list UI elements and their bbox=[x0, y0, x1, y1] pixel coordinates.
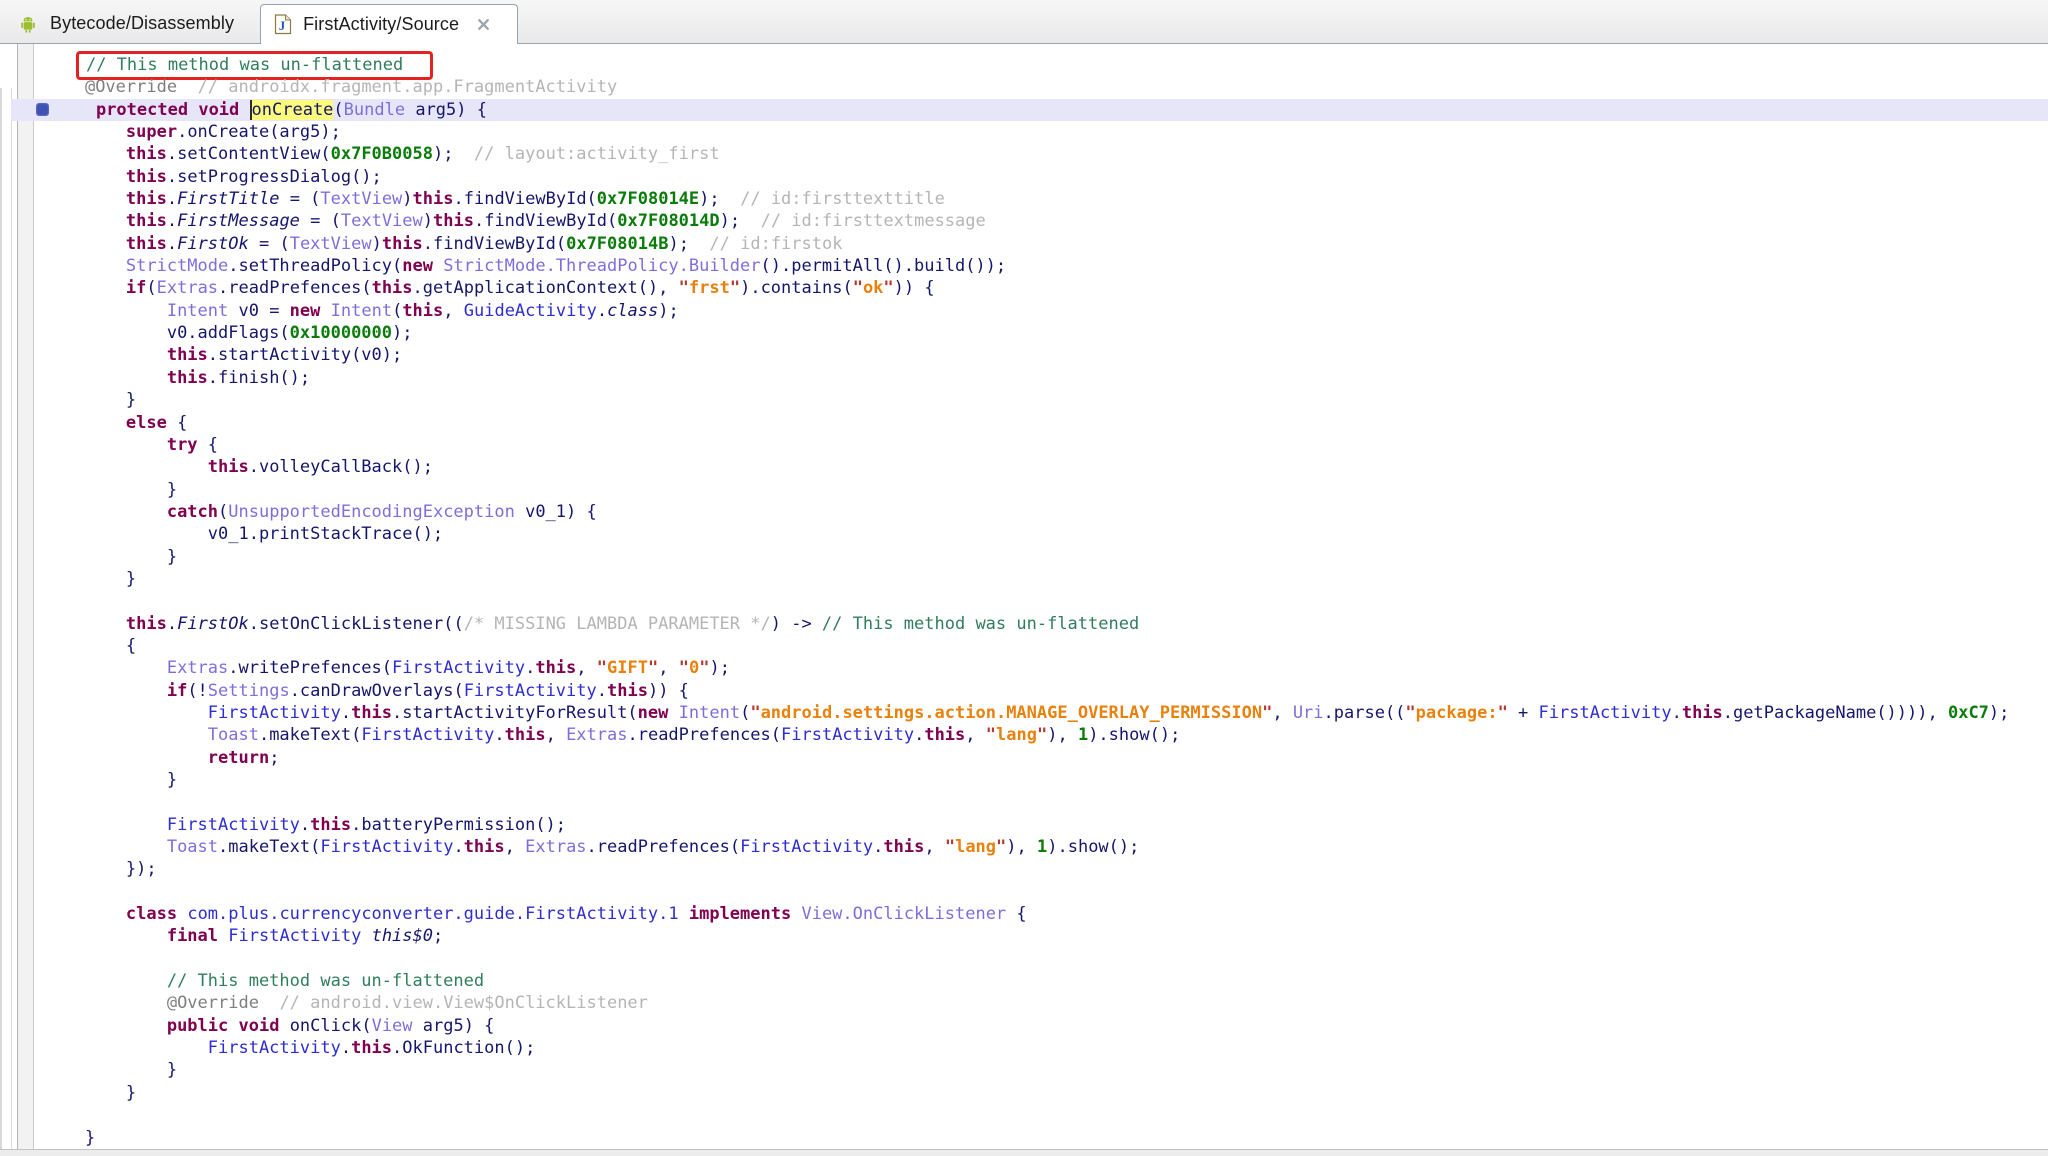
code-line[interactable]: public void onClick(View arg5) { bbox=[44, 1015, 2048, 1037]
code-line[interactable]: this.FirstOk.setOnClickListener((/* MISS… bbox=[44, 613, 2048, 635]
code-line[interactable]: if(Extras.readPrefences(this.getApplicat… bbox=[44, 277, 2048, 299]
code-line[interactable]: // This method was un-flattened bbox=[44, 54, 2048, 76]
code-line[interactable]: FirstActivity.this.startActivityForResul… bbox=[44, 702, 2048, 724]
code-line[interactable] bbox=[44, 1104, 2048, 1126]
code-line[interactable] bbox=[44, 590, 2048, 612]
svg-text:J: J bbox=[279, 19, 285, 33]
code-line[interactable]: Extras.writePrefences(FirstActivity.this… bbox=[44, 657, 2048, 679]
code-area[interactable]: // This method was un-flattened @Overrid… bbox=[33, 44, 2048, 1156]
tab-firstactivity-source[interactable]: J FirstActivity/Source bbox=[260, 4, 518, 44]
code-line[interactable]: FirstActivity.this.OkFunction(); bbox=[44, 1037, 2048, 1059]
code-line[interactable]: } bbox=[44, 1059, 2048, 1081]
code-line[interactable]: FirstActivity.this.batteryPermission(); bbox=[44, 814, 2048, 836]
code-line[interactable]: if(!Settings.canDrawOverlays(FirstActivi… bbox=[44, 680, 2048, 702]
source-code-editor[interactable]: // This method was un-flattened @Overrid… bbox=[0, 44, 2048, 1156]
editor-gutter bbox=[17, 44, 34, 1156]
code-line[interactable]: v0.addFlags(0x10000000); bbox=[44, 322, 2048, 344]
code-line[interactable]: } bbox=[44, 546, 2048, 568]
code-line[interactable]: else { bbox=[44, 412, 2048, 434]
code-line[interactable]: } bbox=[44, 1127, 2048, 1149]
android-icon bbox=[17, 13, 39, 35]
code-line[interactable]: @Override // android.view.View$OnClickLi… bbox=[44, 992, 2048, 1014]
code-line[interactable]: class com.plus.currencyconverter.guide.F… bbox=[44, 903, 2048, 925]
code-line[interactable]: return; bbox=[44, 747, 2048, 769]
code-line[interactable]: // This method was un-flattened bbox=[44, 970, 2048, 992]
code-line[interactable]: Intent v0 = new Intent(this, GuideActivi… bbox=[44, 300, 2048, 322]
close-icon[interactable] bbox=[476, 17, 491, 32]
code-line[interactable]: v0_1.printStackTrace(); bbox=[44, 523, 2048, 545]
code-line[interactable]: } bbox=[44, 479, 2048, 501]
code-line[interactable]: this.finish(); bbox=[44, 367, 2048, 389]
code-line[interactable]: } bbox=[44, 389, 2048, 411]
tab-strip: Bytecode/Disassembly J FirstActivity/Sou… bbox=[0, 0, 2048, 44]
code-line[interactable]: } bbox=[44, 769, 2048, 791]
code-line[interactable]: this.FirstOk = (TextView)this.findViewBy… bbox=[44, 233, 2048, 255]
code-line[interactable]: catch(UnsupportedEncodingException v0_1)… bbox=[44, 501, 2048, 523]
code-line[interactable]: this.startActivity(v0); bbox=[44, 344, 2048, 366]
code-line[interactable]: @Override // androidx.fragment.app.Fragm… bbox=[44, 76, 2048, 98]
window-left-edge bbox=[0, 88, 12, 1156]
code-line[interactable]: }); bbox=[44, 858, 2048, 880]
gutter-current-line-marker bbox=[36, 103, 49, 116]
code-line[interactable]: Toast.makeText(FirstActivity.this, Extra… bbox=[44, 724, 2048, 746]
tab-label: FirstActivity/Source bbox=[303, 14, 459, 35]
java-source-icon: J bbox=[274, 14, 292, 35]
code-line[interactable]: this.volleyCallBack(); bbox=[44, 456, 2048, 478]
horizontal-scrollbar-track[interactable] bbox=[0, 1149, 2048, 1156]
decompiled-source[interactable]: // This method was un-flattened @Overrid… bbox=[33, 54, 2048, 1149]
code-line[interactable]: { bbox=[44, 635, 2048, 657]
code-line[interactable]: try { bbox=[44, 434, 2048, 456]
code-line[interactable]: Toast.makeText(FirstActivity.this, Extra… bbox=[44, 836, 2048, 858]
current-code-line[interactable]: protected void onCreate(Bundle arg5) { bbox=[11, 99, 2048, 121]
code-line[interactable]: super.onCreate(arg5); bbox=[44, 121, 2048, 143]
code-line[interactable]: this.setProgressDialog(); bbox=[44, 166, 2048, 188]
code-line[interactable]: } bbox=[44, 1082, 2048, 1104]
decompiler-window: Bytecode/Disassembly J FirstActivity/Sou… bbox=[0, 0, 2048, 1156]
code-line[interactable] bbox=[44, 948, 2048, 970]
code-line[interactable]: this.FirstTitle = (TextView)this.findVie… bbox=[44, 188, 2048, 210]
code-line[interactable]: this.FirstMessage = (TextView)this.findV… bbox=[44, 210, 2048, 232]
tab-label: Bytecode/Disassembly bbox=[50, 13, 234, 34]
code-line[interactable] bbox=[44, 791, 2048, 813]
tab-bytecode-disassembly[interactable]: Bytecode/Disassembly bbox=[4, 4, 260, 43]
code-line[interactable]: final FirstActivity this$0; bbox=[44, 925, 2048, 947]
code-line[interactable]: } bbox=[44, 568, 2048, 590]
code-line[interactable]: this.setContentView(0x7F0B0058); // layo… bbox=[44, 143, 2048, 165]
code-line[interactable]: StrictMode.setThreadPolicy(new StrictMod… bbox=[44, 255, 2048, 277]
code-line[interactable] bbox=[44, 881, 2048, 903]
